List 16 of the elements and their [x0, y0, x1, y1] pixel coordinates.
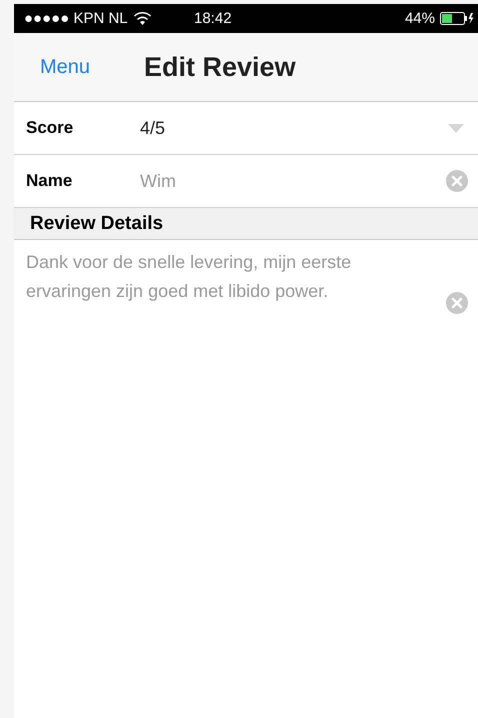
name-field[interactable]: Wim — [140, 170, 468, 192]
field-label: Name — [26, 171, 74, 191]
clear-icon[interactable] — [446, 292, 468, 314]
carrier-name: ●●●●● KPN NL — [24, 10, 128, 27]
score-dropdown[interactable]: 4/5 — [140, 118, 468, 138]
caret-icon — [448, 124, 464, 132]
screen-title: Edit Review — [144, 52, 296, 82]
wifi-icon — [134, 12, 151, 25]
field-label: Score — [26, 118, 74, 138]
battery-percent: 44% — [404, 10, 435, 27]
section-header: Review Details — [30, 212, 164, 234]
clock-time: 18:42 — [194, 10, 233, 27]
menu-link[interactable]: Menu — [40, 56, 90, 78]
review-text-area[interactable]: Dank voor de snelle levering, mijn eerste ervaringen zijn goed met libido power. — [26, 248, 468, 314]
clear-icon[interactable] — [446, 170, 468, 192]
battery-charging-icon — [440, 12, 474, 25]
